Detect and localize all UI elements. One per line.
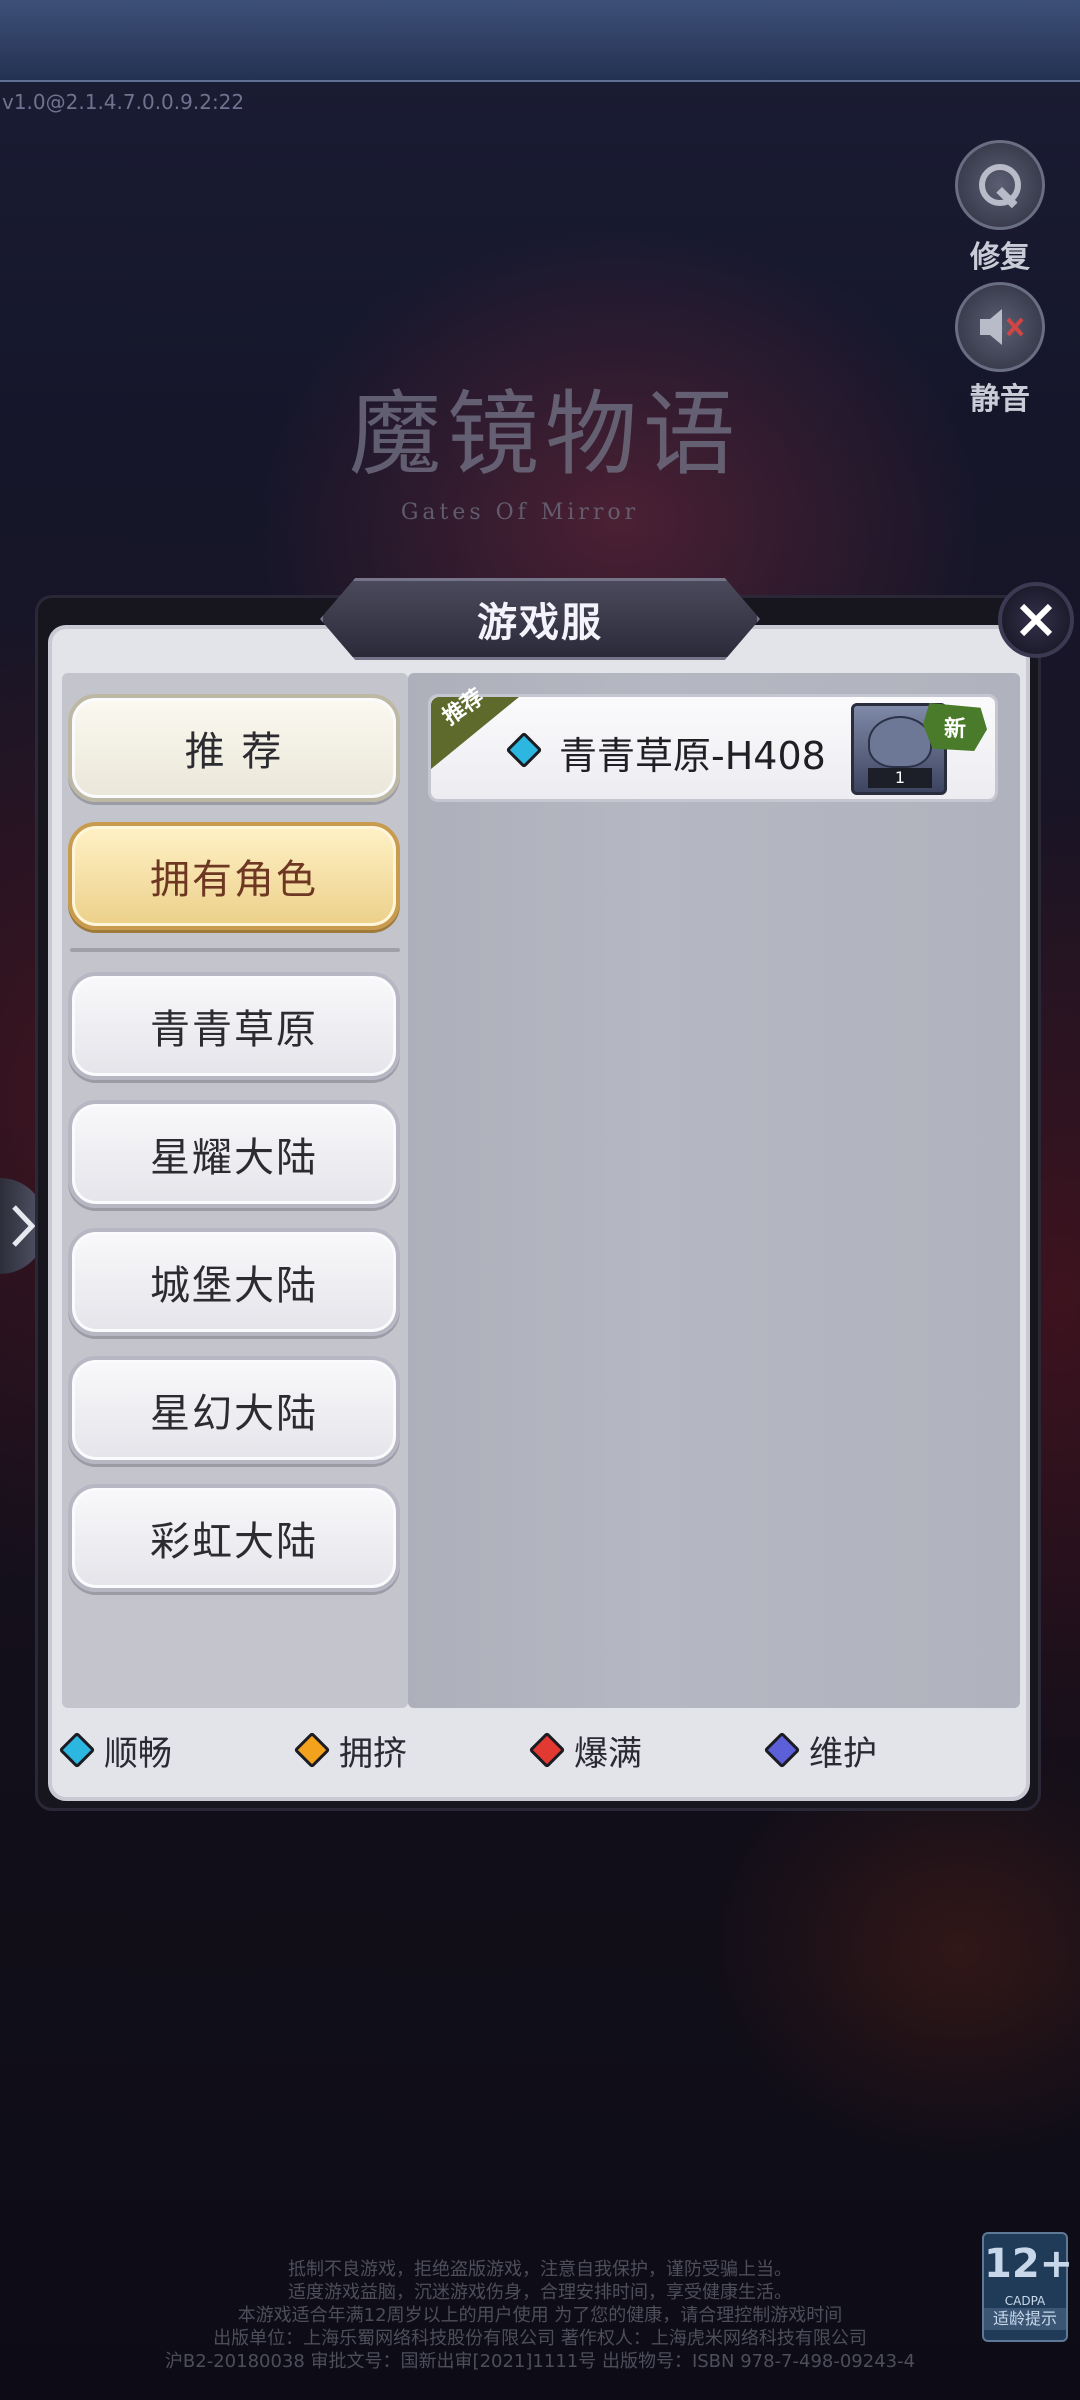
crowded-diamond-icon bbox=[293, 1731, 331, 1769]
status-legend: 顺畅 拥挤 爆满 维护 bbox=[58, 1720, 1008, 1780]
avatar-level: 1 bbox=[868, 768, 932, 788]
game-logo: 魔镜物语 bbox=[348, 381, 741, 488]
maintenance-diamond-icon bbox=[763, 1731, 801, 1769]
speaker-mute-icon bbox=[955, 282, 1045, 372]
server-name: 青青草原-H408 bbox=[559, 734, 826, 778]
server-status-icon bbox=[505, 731, 543, 769]
new-badge: 新 bbox=[923, 703, 987, 751]
legend-smooth: 顺畅 bbox=[58, 1726, 293, 1775]
server-list bbox=[408, 673, 1020, 1708]
category-owned-characters[interactable]: 拥有角色 bbox=[68, 822, 400, 930]
health-notice: 抵制不良游戏，拒绝盗版游戏，注意自我保护，谨防受骗上当。 适度游戏益脑，沉迷游戏… bbox=[0, 2258, 1080, 2373]
full-diamond-icon bbox=[528, 1731, 566, 1769]
game-logo-subtitle: Gates Of Mirror bbox=[400, 500, 640, 525]
legend-maintenance: 维护 bbox=[763, 1726, 998, 1775]
footer-line: 适度游戏益脑，沉迷游戏伤身，合理安排时间，享受健康生活。 bbox=[288, 2282, 792, 2303]
age-rating-org: CADPA bbox=[1004, 2294, 1046, 2308]
legend-crowded: 拥挤 bbox=[293, 1726, 528, 1775]
repair-label: 修复 bbox=[970, 240, 1030, 275]
mute-button[interactable]: 静音 bbox=[950, 282, 1050, 418]
footer-line: 抵制不良游戏，拒绝盗版游戏，注意自我保护，谨防受骗上当。 bbox=[288, 2259, 792, 2280]
avatar-portrait-icon bbox=[868, 716, 932, 768]
category-caihong-dalu[interactable]: 彩虹大陆 bbox=[68, 1484, 400, 1592]
category-recommended[interactable]: 推 荐 bbox=[68, 694, 400, 802]
legend-full-label: 爆满 bbox=[574, 1733, 642, 1774]
version-text: v1.0@2.1.4.7.0.0.9.2:22 bbox=[2, 90, 245, 114]
chevron-right-icon bbox=[12, 1205, 36, 1247]
close-icon bbox=[1019, 603, 1053, 637]
age-rating-tip: 适龄提示 bbox=[984, 2308, 1066, 2330]
footer-line: 沪B2-20180038 审批文号：国新出审[2021]1111号 出版物号：I… bbox=[164, 2351, 916, 2372]
server-item[interactable]: 推荐 青青草原-H408 1 新 bbox=[428, 685, 998, 802]
age-rating-value: 12+ bbox=[984, 2241, 1074, 2287]
dialog-title: 游戏服 bbox=[320, 578, 760, 660]
repair-button[interactable]: 修复 bbox=[950, 140, 1050, 276]
smooth-diamond-icon bbox=[58, 1731, 96, 1769]
footer-line: 出版单位：上海乐蜀网络科技股份有限公司 著作权人：上海虎米网络科技有限公司 bbox=[213, 2328, 867, 2349]
wrench-gear-icon bbox=[955, 140, 1045, 230]
category-divider bbox=[70, 948, 400, 952]
category-qingqing-caoyuan[interactable]: 青青草原 bbox=[68, 972, 400, 1080]
legend-crowded-label: 拥挤 bbox=[339, 1733, 407, 1774]
category-xinghuan-dalu[interactable]: 星幻大陆 bbox=[68, 1356, 400, 1464]
top-banner bbox=[0, 0, 1080, 82]
mute-label: 静音 bbox=[970, 382, 1030, 417]
close-button[interactable] bbox=[998, 582, 1074, 658]
legend-smooth-label: 顺畅 bbox=[104, 1733, 172, 1774]
legend-maintenance-label: 维护 bbox=[809, 1733, 877, 1774]
legend-full: 爆满 bbox=[528, 1726, 763, 1775]
age-rating-badge[interactable]: 12+ CADPA 适龄提示 bbox=[982, 2232, 1074, 2342]
category-xingyao-dalu[interactable]: 星耀大陆 bbox=[68, 1100, 400, 1208]
footer-line: 本游戏适合年满12周岁以上的用户使用 为了您的健康，请合理控制游戏时间 bbox=[237, 2305, 843, 2326]
category-chengbao-dalu[interactable]: 城堡大陆 bbox=[68, 1228, 400, 1336]
